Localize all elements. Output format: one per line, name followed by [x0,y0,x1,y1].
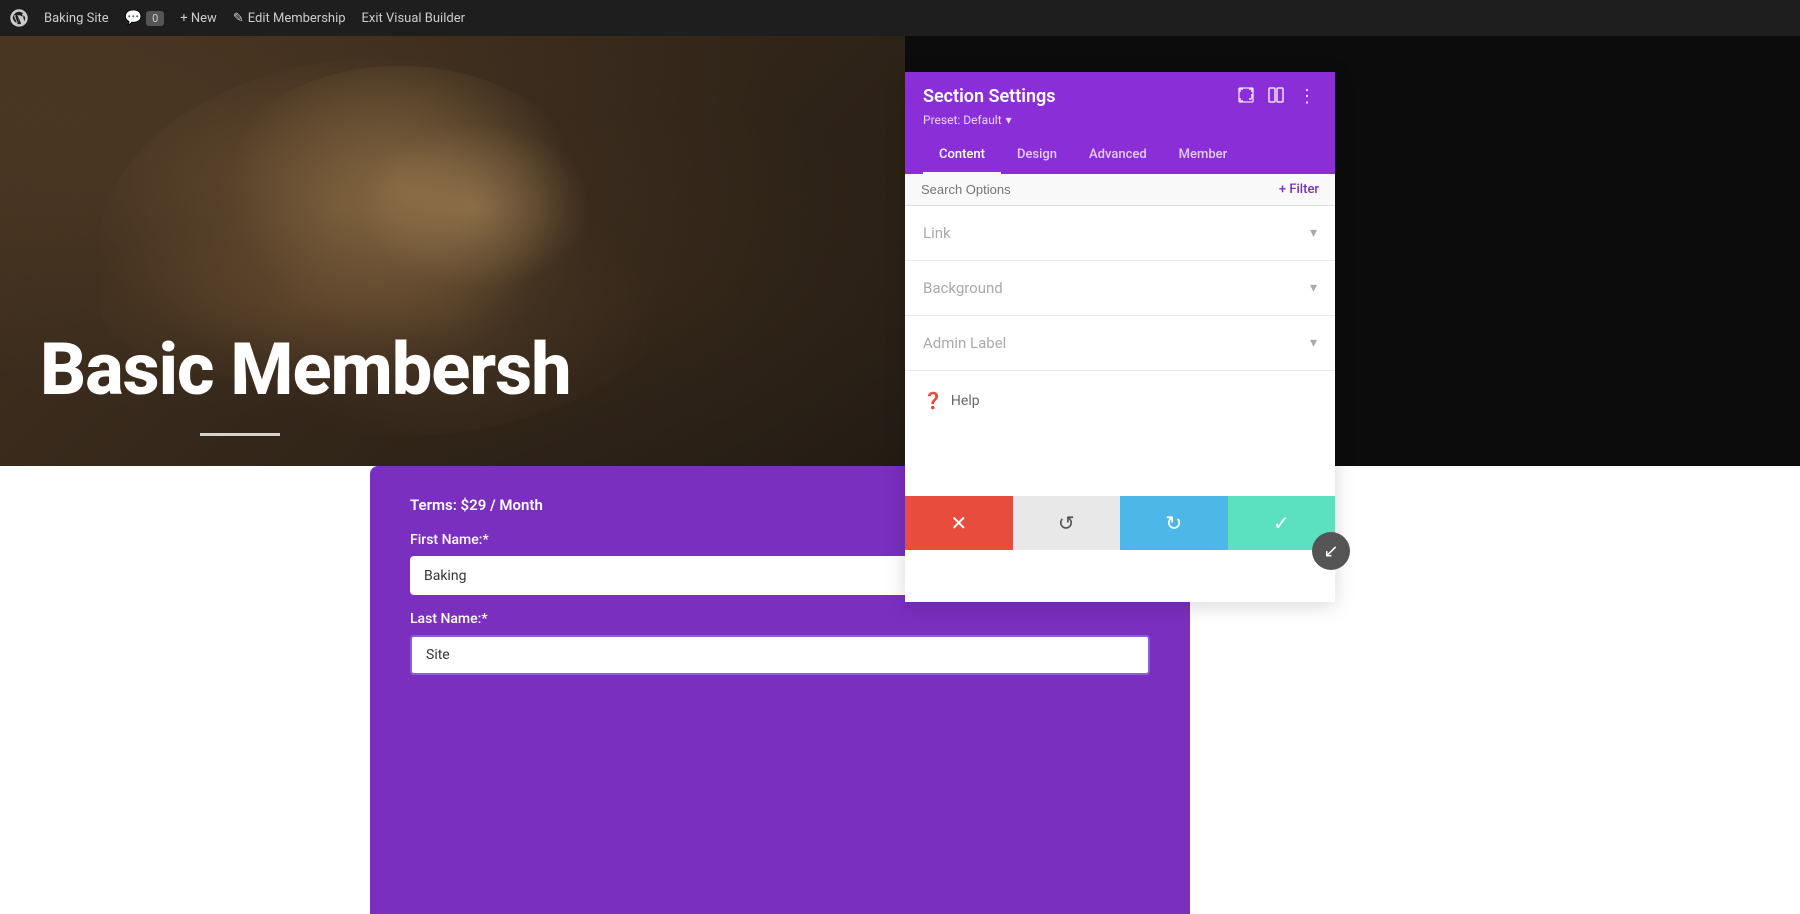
hero-section: Basic Membersh [0,36,905,466]
admin-label-section-header[interactable]: Admin Label ▾ [923,316,1317,370]
comments-count: 0 [146,11,164,26]
comments-item[interactable]: 💬 0 [125,10,165,26]
white-area-left [0,466,370,914]
admin-bar: Baking Site 💬 0 + New ✎ Edit Membership … [0,0,1800,36]
help-icon: ❓ [923,391,943,410]
link-section: Link ▾ [905,206,1335,261]
columns-icon[interactable] [1268,87,1284,107]
admin-label-section: Admin Label ▾ [905,316,1335,371]
panel-title-row: Section Settings [923,86,1317,107]
main-content: Basic Membersh Terms: $29 / Month First … [0,36,1800,914]
redo-button[interactable]: ↻ [1120,496,1228,550]
background-section: Background ▾ [905,261,1335,316]
admin-label-section-title: Admin Label [923,334,1006,352]
panel-header-icons: ⋮ [1238,86,1317,107]
background-section-header[interactable]: Background ▾ [923,261,1317,315]
edit-membership-button[interactable]: ✎ Edit Membership [233,11,346,26]
tab-advanced[interactable]: Advanced [1073,137,1163,174]
hero-title: Basic Membersh [40,334,571,406]
cancel-button[interactable]: ✕ [905,496,1013,550]
panel-search-bar: + Filter [905,174,1335,206]
last-name-input[interactable]: Site [410,635,1150,675]
tab-content[interactable]: Content [923,137,1001,174]
float-settings-button[interactable]: ↙ [1312,532,1350,570]
exit-visual-builder-button[interactable]: Exit Visual Builder [362,11,465,26]
comment-icon: 💬 [125,10,142,26]
undo-button[interactable]: ↺ [1013,496,1121,550]
link-section-header[interactable]: Link ▾ [923,206,1317,260]
last-name-label: Last Name:* [410,611,1150,627]
help-label: Help [951,393,980,409]
panel-content: Link ▾ Background ▾ Admin Label ▾ [905,206,1335,430]
panel-title: Section Settings [923,86,1056,107]
tab-design[interactable]: Design [1001,137,1073,174]
background-section-title: Background [923,279,1003,297]
link-section-title: Link [923,224,951,242]
wordpress-icon[interactable] [10,9,28,27]
help-section[interactable]: ❓ Help [905,371,1335,430]
action-bar: ✕ ↺ ↻ ✓ [905,496,1335,550]
link-section-arrow: ▾ [1310,225,1317,241]
panel-preset[interactable]: Preset: Default ▾ [923,113,1317,127]
panel-tabs: Content Design Advanced Member [923,137,1317,174]
pencil-icon: ✎ [233,11,244,26]
new-button[interactable]: + New [180,11,217,26]
site-name[interactable]: Baking Site [44,11,109,26]
more-options-icon[interactable]: ⋮ [1298,86,1317,107]
search-options-input[interactable] [921,182,1279,197]
fullscreen-icon[interactable] [1238,87,1254,107]
hero-slide-indicator [200,433,280,436]
background-section-arrow: ▾ [1310,280,1317,296]
admin-label-section-arrow: ▾ [1310,335,1317,351]
panel-header: Section Settings [905,72,1335,174]
tab-member[interactable]: Member [1163,137,1244,174]
filter-button[interactable]: + Filter [1279,182,1319,197]
